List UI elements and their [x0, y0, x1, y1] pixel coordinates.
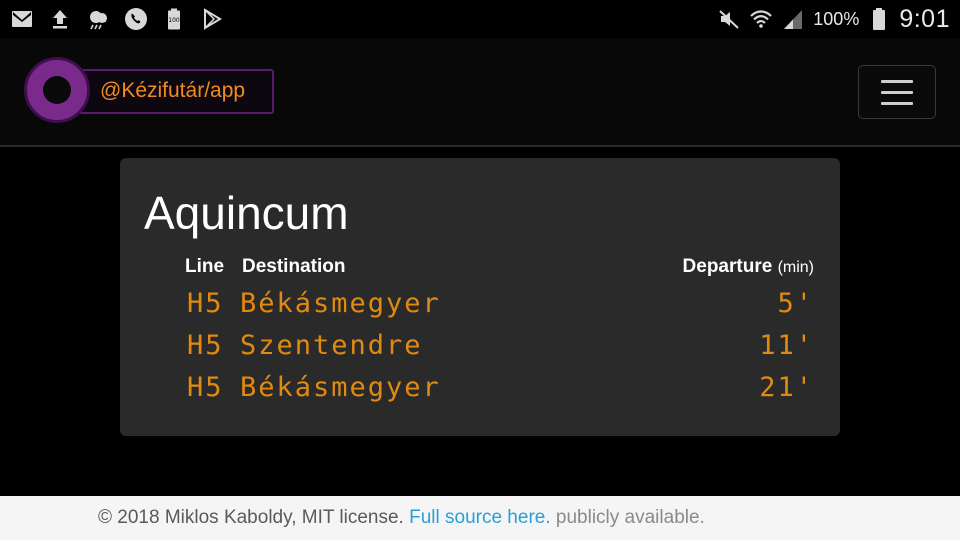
table-row: H5 Békásmegyer 5': [120, 288, 840, 330]
upload-icon: [48, 7, 72, 31]
destination: Szentendre: [240, 330, 423, 361]
status-bar-system: 100% 9:01: [717, 4, 950, 34]
menu-toggle-button[interactable]: [858, 65, 936, 119]
battery-percent: 100%: [813, 8, 860, 29]
line-number: H5: [187, 372, 224, 403]
mute-icon: [717, 7, 741, 31]
play-store-icon: [200, 7, 224, 31]
clock: 9:01: [899, 4, 950, 33]
destination: Békásmegyer: [240, 372, 441, 403]
column-header-destination: Destination: [242, 256, 346, 277]
svg-text:100: 100: [168, 17, 180, 24]
source-link[interactable]: Full source here.: [409, 507, 551, 528]
table-row: H5 Békásmegyer 21': [120, 372, 840, 414]
gmail-icon: [10, 7, 34, 31]
copyright-text: © 2018 Miklos Kaboldy, MIT license.: [98, 507, 404, 528]
departure-minutes: 11': [759, 330, 814, 361]
departure-unit: (min): [777, 259, 814, 276]
battery-100-icon: 100: [162, 7, 186, 31]
wifi-icon: [749, 7, 773, 31]
departure-minutes: 21': [759, 372, 814, 403]
status-bar-notifications: 100: [10, 6, 224, 32]
signal-icon: [781, 7, 805, 31]
column-header-line: Line: [185, 256, 225, 277]
column-header-departure: Departure (min): [682, 256, 814, 277]
destination: Békásmegyer: [240, 288, 441, 319]
brand-logo-icon: [24, 57, 90, 123]
footer-suffix: publicly available.: [555, 507, 705, 528]
brand-title: @Kézifutár/app: [100, 79, 246, 102]
status-bar: 100 100% 9:01: [0, 0, 960, 38]
departure-board: Aquincum Line Destination Departure (min…: [120, 158, 840, 436]
phone-icon: [124, 7, 148, 31]
departure-minutes: 5': [777, 288, 814, 319]
station-name: Aquincum: [144, 187, 349, 239]
table-header: Line Destination Departure (min): [120, 256, 840, 282]
navbar: @Kézifutár/app: [0, 38, 960, 147]
footer-text: © 2018 Miklos Kaboldy, MIT license. Full…: [98, 507, 705, 529]
weather-icon: [86, 7, 110, 31]
hamburger-icon: [881, 80, 913, 83]
table-row: H5 Szentendre 11': [120, 330, 840, 372]
footer: © 2018 Miklos Kaboldy, MIT license. Full…: [0, 496, 960, 540]
brand-link[interactable]: @Kézifutár/app: [24, 57, 276, 127]
line-number: H5: [187, 288, 224, 319]
line-number: H5: [187, 330, 224, 361]
battery-icon: [867, 7, 891, 31]
